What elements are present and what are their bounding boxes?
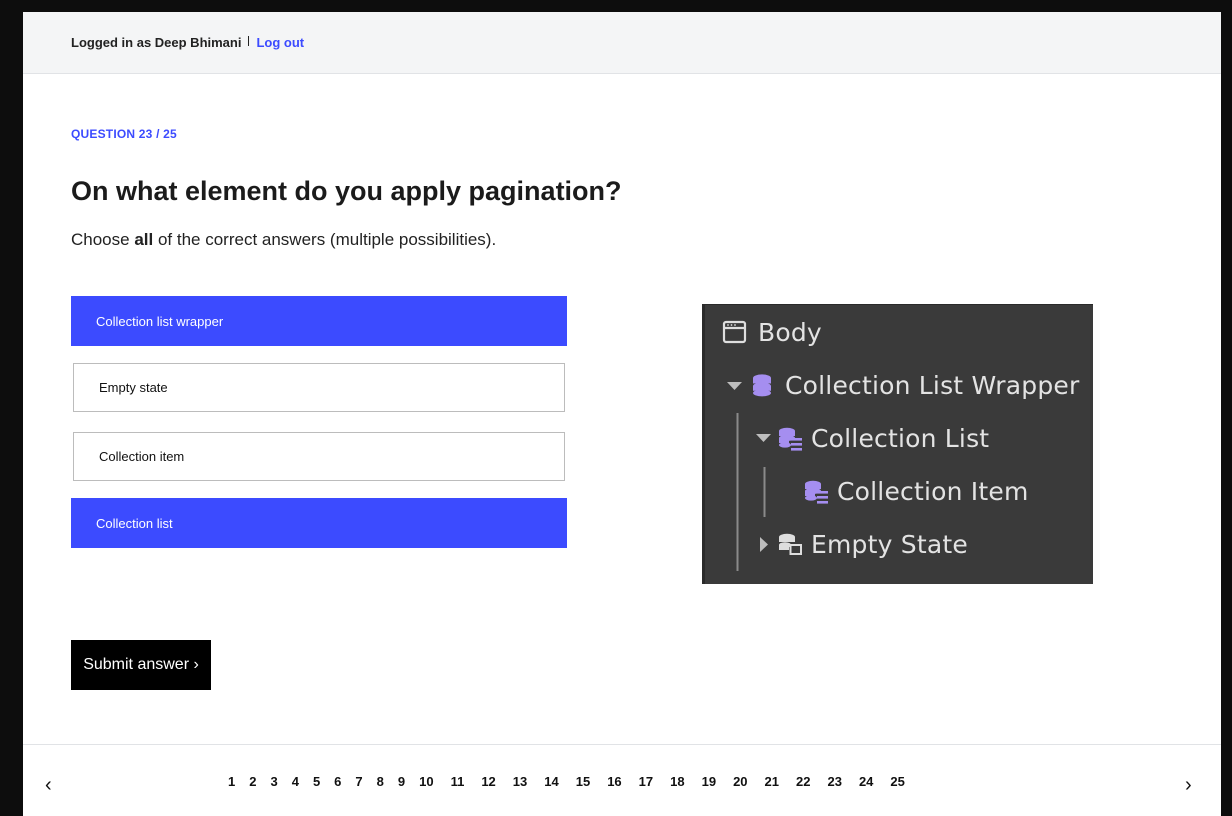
hint-prefix: Choose bbox=[71, 230, 135, 249]
page-link-10[interactable]: 10 bbox=[419, 774, 433, 789]
submit-answer-button[interactable]: Submit answer › bbox=[71, 640, 211, 690]
page-link-8[interactable]: 8 bbox=[377, 774, 384, 789]
page-link-17[interactable]: 17 bbox=[639, 774, 653, 789]
tree-label-empty-state: Empty State bbox=[811, 530, 968, 559]
page-link-9[interactable]: 9 bbox=[398, 774, 405, 789]
separator bbox=[248, 35, 250, 46]
pagination-bar: ‹ 1 2 3 4 5 6 7 8 9 10 11 12 13 14 15 16 17 18 19 20 21 22 23 2… bbox=[23, 744, 1221, 816]
page-link-3[interactable]: 3 bbox=[270, 774, 277, 789]
page-link-16[interactable]: 16 bbox=[607, 774, 621, 789]
next-page-arrow[interactable]: › bbox=[1185, 775, 1192, 795]
body-window-icon bbox=[722, 320, 747, 344]
page-numbers: 1 2 3 4 5 6 7 8 9 10 11 12 13 14 15 16 17 18 19 20 21 22 23 24 2… bbox=[228, 774, 922, 789]
logout-link[interactable]: Log out bbox=[256, 35, 304, 50]
question-hint: Choose all of the correct answers (multi… bbox=[71, 230, 496, 250]
page-link-22[interactable]: 22 bbox=[796, 774, 810, 789]
page-link-14[interactable]: 14 bbox=[544, 774, 558, 789]
question-number: QUESTION 23 / 25 bbox=[71, 127, 177, 141]
caret-down-icon bbox=[727, 382, 742, 390]
option-empty-state[interactable]: Empty state bbox=[73, 363, 565, 412]
empty-state-icon bbox=[779, 533, 802, 555]
top-bar: Logged in as Deep Bhimani Log out bbox=[23, 12, 1221, 74]
page-link-21[interactable]: 21 bbox=[765, 774, 779, 789]
page-link-2[interactable]: 2 bbox=[249, 774, 256, 789]
page-link-24[interactable]: 24 bbox=[859, 774, 873, 789]
page-link-11[interactable]: 11 bbox=[451, 774, 465, 789]
caret-right-icon bbox=[760, 537, 768, 552]
hint-bold: all bbox=[134, 230, 154, 249]
tree-label-collection-list: Collection List bbox=[811, 424, 990, 453]
tree-label-collection-list-wrapper: Collection List Wrapper bbox=[785, 371, 1080, 400]
collection-list-icon bbox=[779, 427, 802, 451]
login-status: Logged in as Deep Bhimani Log out bbox=[71, 35, 304, 50]
tree-label-body: Body bbox=[758, 318, 822, 347]
option-collection-list[interactable]: Collection list bbox=[71, 498, 567, 548]
page-link-1[interactable]: 1 bbox=[228, 774, 235, 789]
page-link-6[interactable]: 6 bbox=[334, 774, 341, 789]
option-collection-item[interactable]: Collection item bbox=[73, 432, 565, 481]
question-title: On what element do you apply pagination? bbox=[71, 176, 622, 206]
navigator-screenshot: Body Collection List Wrapper Collection … bbox=[702, 304, 1093, 584]
previous-page-arrow[interactable]: ‹ bbox=[45, 775, 52, 795]
tree-label-collection-item: Collection Item bbox=[837, 477, 1029, 506]
quiz-page: Logged in as Deep Bhimani Log out QUESTI… bbox=[23, 12, 1221, 816]
page-link-7[interactable]: 7 bbox=[355, 774, 362, 789]
logged-in-text: Logged in as Deep Bhimani bbox=[71, 35, 242, 50]
page-link-5[interactable]: 5 bbox=[313, 774, 320, 789]
option-collection-list-wrapper[interactable]: Collection list wrapper bbox=[71, 296, 567, 346]
page-link-13[interactable]: 13 bbox=[513, 774, 527, 789]
page-link-18[interactable]: 18 bbox=[670, 774, 684, 789]
page-link-19[interactable]: 19 bbox=[702, 774, 716, 789]
collection-item-icon bbox=[805, 480, 828, 504]
page-link-23[interactable]: 23 bbox=[827, 774, 841, 789]
page-link-12[interactable]: 12 bbox=[481, 774, 495, 789]
hint-suffix: of the correct answers (multiple possibi… bbox=[153, 230, 497, 249]
page-link-25[interactable]: 25 bbox=[890, 774, 904, 789]
caret-down-icon bbox=[756, 434, 771, 442]
page-link-15[interactable]: 15 bbox=[576, 774, 590, 789]
page-link-4[interactable]: 4 bbox=[292, 774, 299, 789]
collection-wrapper-icon bbox=[753, 374, 771, 397]
page-link-20[interactable]: 20 bbox=[733, 774, 747, 789]
